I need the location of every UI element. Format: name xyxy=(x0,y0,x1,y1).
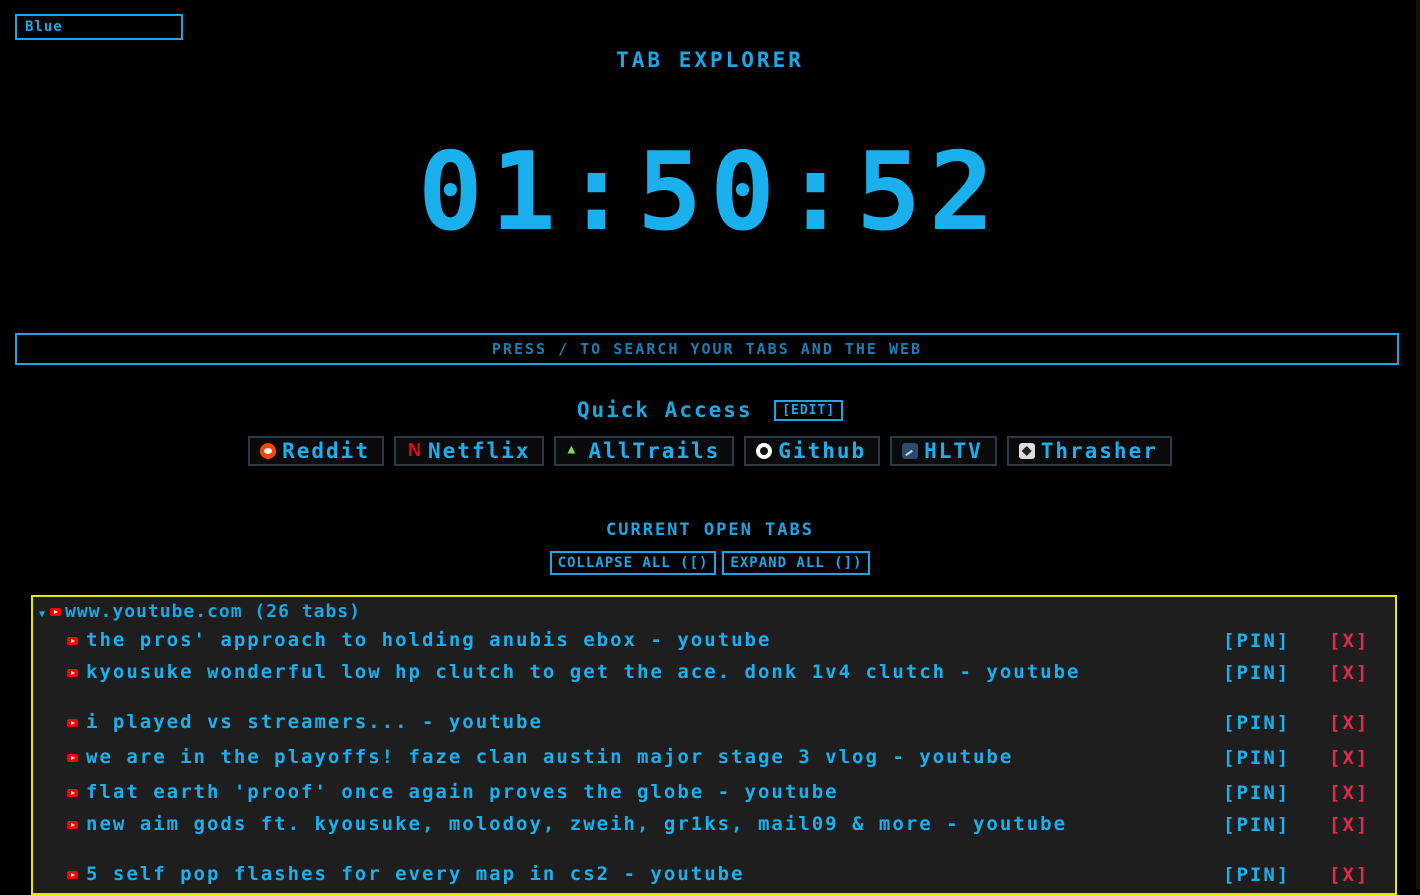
youtube-icon xyxy=(67,820,78,829)
pin-button[interactable]: [PIN] xyxy=(1223,662,1290,684)
hltv-icon xyxy=(902,443,919,459)
tab-title[interactable]: i played vs streamers... - youtube xyxy=(86,713,1196,732)
close-tab-button[interactable]: [X] xyxy=(1329,747,1369,769)
close-tab-button[interactable]: [X] xyxy=(1329,864,1369,886)
quick-link-label: Reddit xyxy=(282,439,370,463)
quick-link-github[interactable]: Github xyxy=(744,436,881,466)
quick-link-hltv[interactable]: HLTV xyxy=(890,436,997,466)
quick-link-reddit[interactable]: Reddit xyxy=(248,436,384,466)
tab-title[interactable]: the pros' approach to holding anubis ebo… xyxy=(86,631,1196,650)
close-tab-button[interactable]: [X] xyxy=(1329,630,1369,652)
tab-title[interactable]: 5 self pop flashes for every map in cs2 … xyxy=(86,865,1196,884)
tab-title[interactable]: we are in the playoffs! faze clan austin… xyxy=(86,748,1196,767)
quick-access-title: Quick Access xyxy=(576,398,753,422)
alltrails-icon xyxy=(566,442,582,459)
caret-down-icon[interactable]: ▼ xyxy=(39,609,46,620)
tab-row[interactable]: we are in the playoffs! faze clan austin… xyxy=(67,747,1377,769)
tab-row[interactable]: 5 self pop flashes for every map in cs2 … xyxy=(67,864,1377,886)
tab-title[interactable]: flat earth 'proof' once again proves the… xyxy=(86,783,1196,802)
theme-select[interactable]: Blue xyxy=(15,14,183,40)
youtube-icon xyxy=(67,870,78,879)
quick-link-label: Thrasher xyxy=(1040,439,1158,463)
tab-group-label: www.youtube.com (26 tabs) xyxy=(65,601,361,622)
tab-row[interactable]: flat earth 'proof' once again proves the… xyxy=(67,782,1377,804)
app-title: TAB EXPLORER xyxy=(616,48,804,72)
youtube-icon xyxy=(67,753,78,762)
tab-title[interactable]: new aim gods ft. kyousuke, molodoy, zwei… xyxy=(86,815,1196,834)
quick-link-label: Netflix xyxy=(427,439,531,463)
quick-access-links: Reddit Netflix AllTrails Github HLTV Thr… xyxy=(0,436,1420,466)
tab-row[interactable]: the pros' approach to holding anubis ebo… xyxy=(67,630,1377,652)
tab-group-header[interactable]: ▼ www.youtube.com (26 tabs) xyxy=(39,601,361,622)
search-box[interactable] xyxy=(15,333,1399,365)
netflix-icon xyxy=(406,440,423,461)
youtube-icon xyxy=(50,607,62,616)
pin-button[interactable]: [PIN] xyxy=(1223,747,1290,769)
pin-button[interactable]: [PIN] xyxy=(1223,814,1290,836)
quick-link-netflix[interactable]: Netflix xyxy=(393,436,545,466)
quick-link-label: AllTrails xyxy=(588,439,721,463)
tab-row[interactable]: kyousuke wonderful low hp clutch to get … xyxy=(67,662,1377,684)
youtube-icon xyxy=(67,718,78,727)
pin-button[interactable]: [PIN] xyxy=(1223,864,1290,886)
github-icon xyxy=(756,443,773,459)
reddit-icon xyxy=(260,443,277,459)
tab-title[interactable]: kyousuke wonderful low hp clutch to get … xyxy=(86,663,1196,682)
youtube-icon xyxy=(67,636,78,645)
tab-controls: COLLAPSE ALL ([) EXPAND ALL (]) xyxy=(0,551,1420,575)
pin-button[interactable]: [PIN] xyxy=(1223,712,1290,734)
expand-all-button[interactable]: EXPAND ALL (]) xyxy=(722,551,871,575)
open-tabs-title: CURRENT OPEN TABS xyxy=(606,520,814,540)
quick-link-alltrails[interactable]: AllTrails xyxy=(554,436,735,466)
clock: 01:50:52 xyxy=(417,130,1003,255)
quick-link-label: HLTV xyxy=(924,439,983,463)
quick-access-header: Quick Access [EDIT] xyxy=(0,398,1420,422)
tab-row[interactable]: new aim gods ft. kyousuke, molodoy, zwei… xyxy=(67,814,1377,836)
close-tab-button[interactable]: [X] xyxy=(1329,712,1369,734)
collapse-all-button[interactable]: COLLAPSE ALL ([) xyxy=(549,551,717,575)
pin-button[interactable]: [PIN] xyxy=(1223,630,1290,652)
quick-access-edit-button[interactable]: [EDIT] xyxy=(774,399,844,421)
close-tab-button[interactable]: [X] xyxy=(1329,662,1369,684)
youtube-icon xyxy=(67,668,78,677)
thrasher-icon xyxy=(1018,443,1035,459)
close-tab-button[interactable]: [X] xyxy=(1329,814,1369,836)
tab-row[interactable]: i played vs streamers... - youtube [PIN]… xyxy=(67,712,1377,734)
youtube-icon xyxy=(67,788,78,797)
quick-link-thrasher[interactable]: Thrasher xyxy=(1006,436,1172,466)
quick-link-label: Github xyxy=(778,439,867,463)
tab-group-youtube: ▼ www.youtube.com (26 tabs) the pros' ap… xyxy=(31,595,1397,895)
pin-button[interactable]: [PIN] xyxy=(1223,782,1290,804)
scrollbar[interactable] xyxy=(1416,0,1420,889)
close-tab-button[interactable]: [X] xyxy=(1329,782,1369,804)
search-input[interactable] xyxy=(17,334,1397,364)
